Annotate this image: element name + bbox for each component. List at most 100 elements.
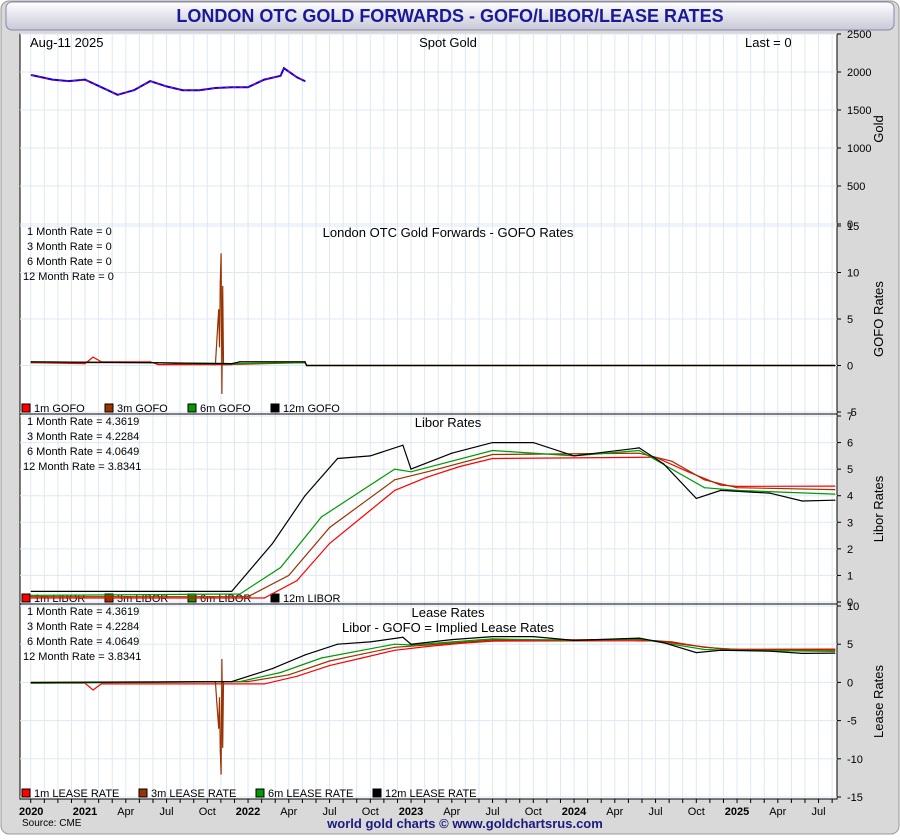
data-point (306, 364, 308, 367)
data-point (30, 596, 32, 598)
data-point (280, 566, 282, 569)
y-tick-label: 500 (847, 181, 865, 193)
x-tick-label: 2021 (73, 806, 97, 818)
rate-readout: 6 Month Rate = 0 (27, 256, 112, 268)
y-tick-label: 2500 (847, 29, 871, 41)
panel-title: London OTC Gold Forwards - GOFO Rates (323, 225, 574, 240)
x-tick-label: Apr (117, 806, 134, 818)
data-point (231, 681, 233, 683)
y-tick-label: -5 (847, 716, 857, 728)
data-point (663, 642, 665, 644)
data-point (220, 773, 222, 775)
data-point (394, 468, 396, 470)
data-point (491, 453, 494, 456)
data-point (451, 639, 453, 641)
x-tick-label: Oct (688, 806, 705, 818)
data-point (532, 635, 534, 638)
y-tick-label: 1500 (847, 105, 871, 117)
data-point (51, 79, 54, 81)
rate-readout: 12 Month Rate = 3.8341 (23, 651, 141, 663)
legend-label: 6m GOFO (200, 403, 251, 415)
y-tick-label: 6 (847, 438, 853, 450)
panel-title: Libor Rates (415, 415, 482, 430)
data-point (247, 86, 249, 88)
data-point (671, 468, 673, 470)
x-tick-label: 2025 (725, 806, 749, 818)
data-point (219, 750, 221, 752)
data-point (337, 643, 339, 645)
legend-label: 1m GOFO (34, 403, 85, 415)
data-point (304, 80, 306, 82)
data-point (663, 463, 665, 465)
data-point (638, 452, 640, 454)
data-point (263, 683, 265, 685)
data-point (320, 657, 322, 659)
data-point (491, 638, 494, 640)
data-point (394, 479, 396, 481)
y-tick-label: 2 (847, 544, 853, 556)
data-point (231, 86, 233, 88)
data-point (149, 362, 151, 364)
footer-credit: world gold charts © www.goldchartsrus.co… (326, 816, 603, 831)
data-point (720, 489, 722, 491)
y-axis-label: GOFO Rates (871, 281, 886, 357)
data-point (703, 648, 706, 651)
data-point (671, 641, 673, 643)
y-tick-label: 1 (847, 570, 853, 582)
data-point (328, 542, 331, 545)
x-tick-label: Apr (280, 806, 297, 818)
data-point (92, 689, 94, 691)
last-value: Last = 0 (745, 35, 792, 50)
data-point (218, 697, 221, 699)
data-point (402, 636, 404, 638)
gofo-chart: LONDON OTC GOLD FORWARDS - GOFO/LIBOR/LE… (0, 0, 900, 835)
data-point (361, 489, 363, 491)
y-tick-label: 5 (847, 314, 853, 326)
data-point (296, 580, 298, 582)
data-point (220, 253, 222, 255)
data-point (320, 516, 322, 518)
data-point (426, 476, 428, 478)
data-point (361, 503, 363, 505)
data-point (221, 392, 223, 394)
legend-label: 6m LEASE RATE (268, 788, 353, 800)
data-point (720, 649, 722, 651)
y-tick-label: 5 (847, 464, 853, 476)
chart-window: LONDON OTC GOLD FORWARDS - GOFO/LIBOR/LE… (0, 0, 900, 835)
x-tick-label: Apr (606, 806, 623, 818)
y-tick-label: 3 (847, 517, 853, 529)
panel-subtitle: Libor - GOFO = Implied Lease Rates (342, 620, 555, 635)
data-point (491, 441, 494, 444)
data-point (231, 590, 233, 592)
data-point (304, 654, 306, 656)
data-point (361, 653, 363, 655)
data-point (638, 449, 640, 452)
data-point (100, 86, 102, 88)
data-point (671, 460, 673, 462)
data-point (703, 646, 706, 648)
data-point (221, 658, 223, 661)
y-tick-label: 10 (847, 268, 859, 280)
data-point (426, 471, 428, 473)
data-point (218, 727, 220, 729)
y-axis-label: Lease Rates (871, 665, 886, 738)
legend-label: 3m GOFO (117, 403, 168, 415)
data-point (100, 683, 102, 685)
data-point (30, 597, 32, 599)
data-point (239, 681, 241, 683)
rate-readout: 6 Month Rate = 4.0649 (27, 446, 139, 458)
data-point (68, 80, 70, 82)
y-tick-label: 10 (847, 601, 859, 613)
data-point (736, 487, 738, 489)
y-tick-label: -15 (847, 792, 863, 804)
data-point (271, 668, 274, 670)
data-point (394, 646, 396, 648)
y-tick-label: 0 (847, 361, 853, 373)
data-point (30, 361, 32, 363)
data-point (834, 485, 836, 487)
y-tick-label: 2000 (847, 67, 871, 79)
data-point (30, 590, 32, 592)
data-point (133, 89, 135, 91)
chart-title: LONDON OTC GOLD FORWARDS - GOFO/LIBOR/LE… (176, 6, 723, 26)
data-point (214, 87, 216, 89)
